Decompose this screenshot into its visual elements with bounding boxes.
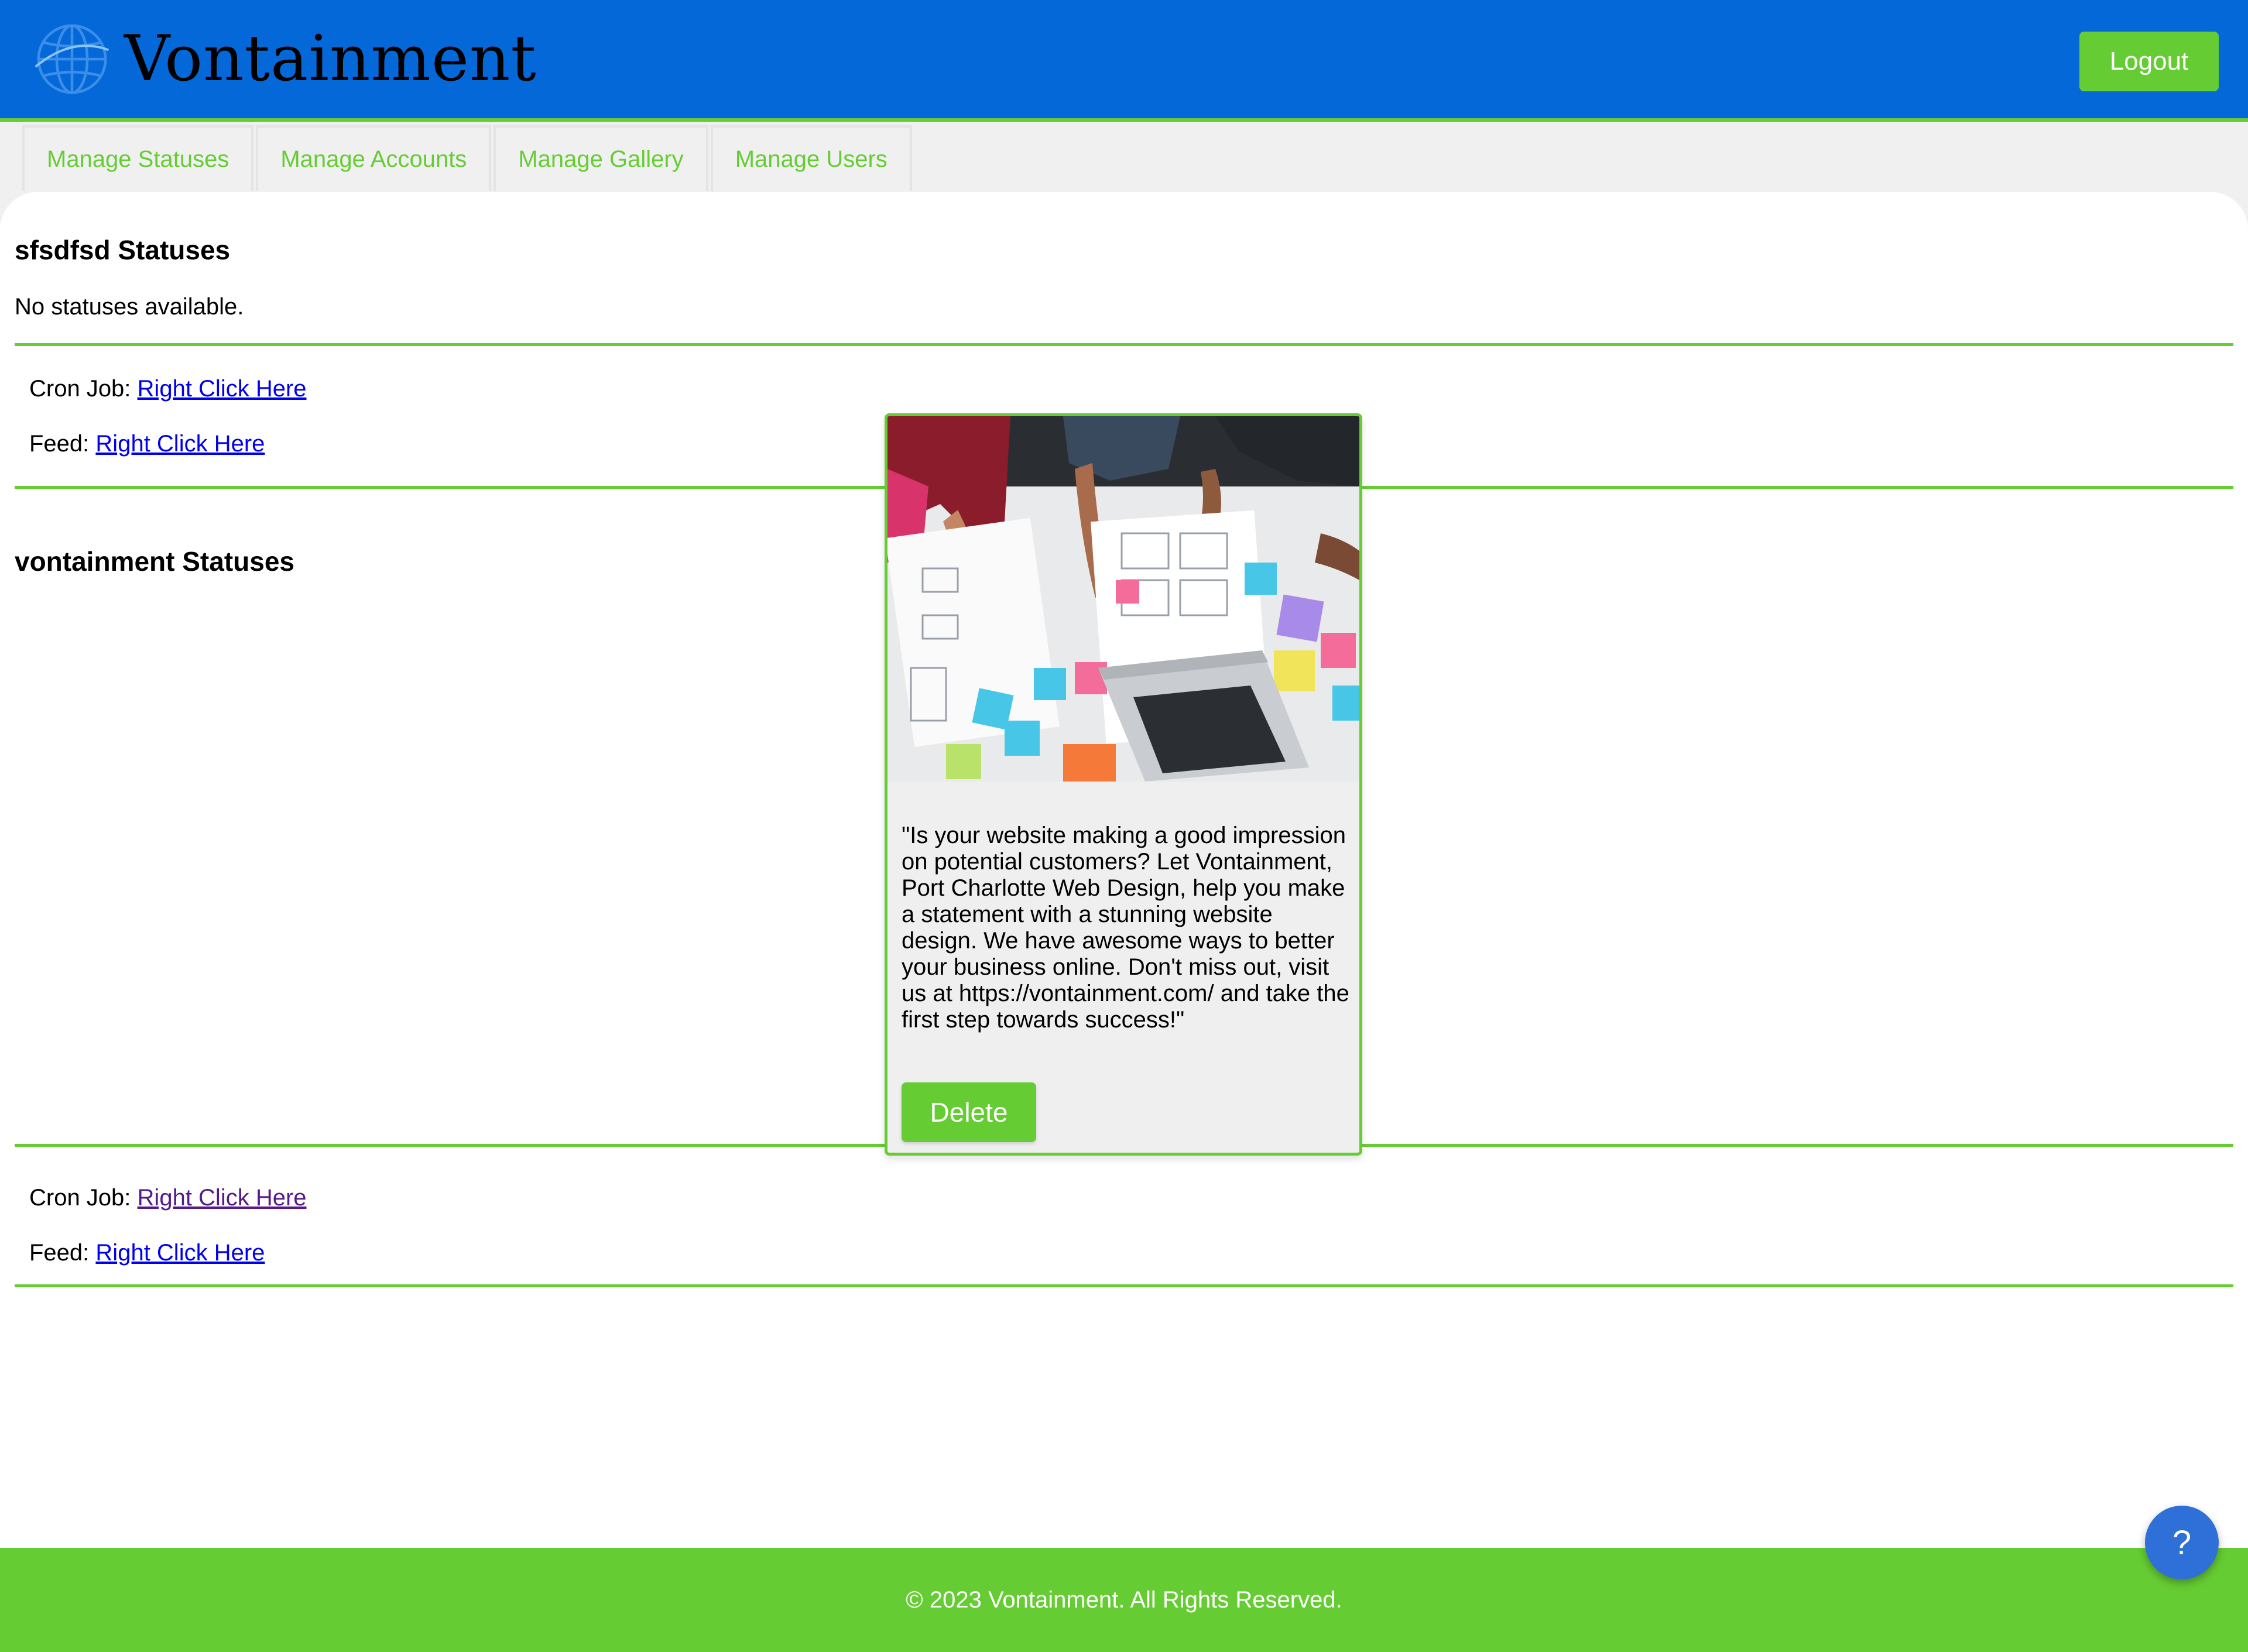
tab-manage-gallery[interactable]: Manage Gallery bbox=[494, 125, 708, 191]
status-image bbox=[887, 416, 1359, 782]
section-divider bbox=[15, 343, 2233, 346]
help-icon: ? bbox=[2172, 1523, 2192, 1562]
admin-nav: Manage Statuses Manage Accounts Manage G… bbox=[22, 125, 914, 191]
globe-icon bbox=[35, 24, 109, 94]
delete-status-button[interactable]: Delete bbox=[902, 1082, 1036, 1142]
cron-job-link[interactable]: Right Click Here bbox=[138, 376, 307, 402]
logout-button[interactable]: Logout bbox=[2079, 32, 2219, 91]
site-logo[interactable]: Vontainment bbox=[34, 21, 537, 97]
feed-link[interactable]: Right Click Here bbox=[95, 1240, 265, 1266]
help-button[interactable]: ? bbox=[2145, 1506, 2219, 1579]
tab-manage-statuses[interactable]: Manage Statuses bbox=[22, 125, 254, 191]
cron-job-link[interactable]: Right Click Here bbox=[138, 1185, 307, 1211]
status-card: "Is your website making a good impressio… bbox=[885, 413, 1362, 1156]
section-divider bbox=[15, 1284, 2233, 1287]
tab-manage-accounts[interactable]: Manage Accounts bbox=[256, 125, 492, 191]
cron-job-line: Cron Job: Right Click Here bbox=[29, 1186, 307, 1209]
cron-job-label: Cron Job: bbox=[29, 1185, 131, 1211]
cron-job-label: Cron Job: bbox=[29, 376, 131, 402]
feed-line: Feed: Right Click Here bbox=[29, 1241, 265, 1264]
feed-label: Feed: bbox=[29, 1240, 90, 1266]
account-statuses-title: vontainment Statuses bbox=[15, 546, 294, 577]
feed-label: Feed: bbox=[29, 431, 90, 457]
account-statuses-title: sfsdfsd Statuses bbox=[15, 235, 231, 265]
feed-link[interactable]: Right Click Here bbox=[95, 431, 265, 457]
feed-line: Feed: Right Click Here bbox=[29, 432, 265, 455]
site-footer: © 2023 Vontainment. All Rights Reserved. bbox=[0, 1548, 2248, 1652]
tab-manage-users[interactable]: Manage Users bbox=[710, 125, 912, 191]
site-header: Vontainment Logout bbox=[0, 0, 2248, 122]
cron-job-line: Cron Job: Right Click Here bbox=[29, 377, 307, 400]
copyright-text: © 2023 Vontainment. All Rights Reserved. bbox=[906, 1586, 1342, 1613]
brand-name: Vontainment bbox=[124, 22, 537, 95]
empty-statuses-message: No statuses available. bbox=[15, 294, 244, 320]
status-text: "Is your website making a good impressio… bbox=[902, 822, 1349, 1033]
